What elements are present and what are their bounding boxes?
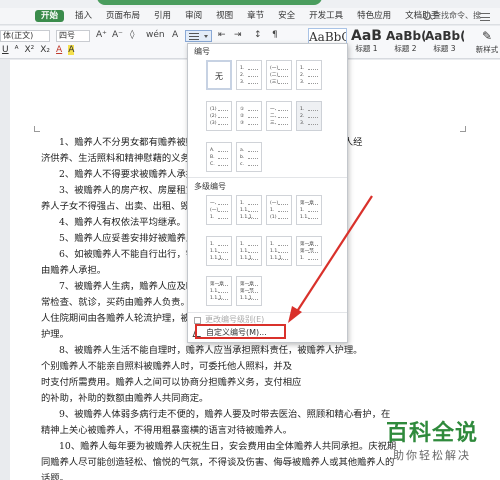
tab-review[interactable]: 审阅 [178, 8, 209, 25]
multilevel-option-chapter-3[interactable]: 第一章 1.1. 1.1.1. [206, 276, 232, 306]
chevron-down-icon [204, 35, 208, 38]
char-border-icon[interactable]: A [172, 30, 178, 40]
style-label: 标题 2 [394, 44, 417, 53]
superscript-button[interactable]: X² [24, 45, 34, 55]
highlight-color-button[interactable]: A [68, 45, 75, 55]
tab-section[interactable]: 章节 [240, 8, 271, 25]
style-preview: AaBb( [386, 29, 425, 43]
style-preview: AaBb( [425, 29, 464, 43]
level-icon [194, 316, 201, 324]
font-size-select[interactable]: 四号 [56, 30, 90, 42]
numbering-option-current[interactable]: 1. 2. 3. [296, 101, 322, 131]
numbering-option-letter-upper[interactable]: A. B. C. [206, 142, 232, 172]
multilevel-option-indent[interactable]: 1. 1.1. 1.1.1. [266, 236, 292, 266]
tab-start[interactable]: 开始 [35, 10, 65, 22]
paragraph: 的补助，补助的数额由赡养人共同商定。 [41, 393, 209, 404]
paragraph: 8、被赡养人生活不能自理时，赡养人应当承担照料责任，被赡养人护理。 [59, 345, 363, 356]
none-label: 无 [215, 72, 223, 81]
underline-button[interactable]: U [2, 45, 9, 55]
numbering-option-numeric[interactable]: 1. 2. 3. [296, 60, 322, 90]
subscript-button[interactable]: X₂ [40, 45, 50, 55]
paragraph: 时支付所需费用。赡养人之间可以协商分担赡养义务，支付相应 [41, 377, 302, 388]
numbering-list-icon [189, 33, 199, 40]
numbering-option-paren-num[interactable]: (1) (2) (3) [206, 101, 232, 131]
tab-developer[interactable]: 开发工具 [302, 8, 350, 25]
style-heading-1[interactable]: AaB 标题 1 [347, 28, 386, 56]
watermark-logo: 百科全说 助你轻松解决 [369, 420, 495, 476]
multilevel-option-paren[interactable]: (一) 1. (1) [266, 195, 292, 225]
multilevel-option-legal-2[interactable]: 1. 1.1. 1.1.1. [236, 236, 262, 266]
tab-security[interactable]: 安全 [271, 8, 302, 25]
indent-decrease-icon[interactable]: ⇤ [218, 30, 226, 40]
new-style-icon: ✎ [481, 29, 493, 43]
tab-view[interactable]: 视图 [209, 8, 240, 25]
style-label: 标题 1 [355, 44, 378, 53]
more-menu-icon[interactable] [480, 13, 490, 21]
watermark-subtitle: 助你轻松解决 [393, 449, 471, 462]
style-preview: AaB [351, 28, 382, 44]
search-label: 查找命令、搜 [433, 11, 481, 20]
multilevel-option-legal[interactable]: 1. 1.1. 1.1.1. [206, 236, 232, 266]
dropdown-divider [188, 177, 347, 178]
font-color-button[interactable]: A [56, 45, 62, 55]
tab-references[interactable]: 引用 [147, 8, 178, 25]
multilevel-option-chapter-4[interactable]: 第一章 第一节 1.1.1. [236, 276, 262, 306]
tab-features[interactable]: 特色应用 [350, 8, 398, 25]
numbering-button[interactable] [185, 30, 212, 42]
dropdown-divider [188, 312, 347, 313]
numbering-option-circled[interactable]: ①②③ [236, 101, 262, 131]
numbering-option-none[interactable]: 无 [206, 60, 232, 90]
style-label: 标题 3 [433, 44, 456, 53]
font-name-select[interactable]: 体(正文) [0, 30, 50, 42]
paragraph: 个别赡养人不能亲自照料被赡养人时，可委托他人照料，并及 [41, 361, 293, 372]
title-pill [97, 0, 322, 5]
numbering-option-letter-lower[interactable]: a. b. c. [236, 142, 262, 172]
numbering-section-title: 编号 [194, 47, 210, 56]
margin-corner-mark [34, 126, 40, 132]
new-style-button[interactable]: ✎ 新样式 [474, 28, 500, 55]
pinyin-icon[interactable]: wén [146, 30, 165, 40]
show-marks-icon[interactable]: ¶ [272, 30, 278, 40]
margin-corner-mark [460, 126, 466, 132]
watermark-title: 百科全说 [385, 421, 478, 446]
grow-font-icon[interactable]: A⁺ [96, 30, 107, 40]
multilevel-option-chapter[interactable]: 第一章 1. 1.1. [296, 195, 322, 225]
numbering-option-1-dot[interactable]: 1. 2. 3. [236, 60, 262, 90]
strikethrough-button[interactable]: ᴬ [15, 45, 19, 55]
numbering-option-paren[interactable]: (一) (二) (三) [266, 60, 292, 90]
numbering-option-chinese[interactable]: 一、 二、 三、 [266, 101, 292, 131]
clear-format-icon[interactable]: ◊ [130, 30, 134, 40]
sort-icon[interactable]: ↕ [254, 30, 262, 40]
style-heading-2[interactable]: AaBb( 标题 2 [386, 28, 425, 56]
tab-page-layout[interactable]: 页面布局 [99, 8, 147, 25]
shrink-font-icon[interactable]: A⁻ [112, 30, 123, 40]
tab-insert[interactable]: 插入 [68, 8, 99, 25]
command-search[interactable]: 查找命令、搜 [423, 10, 481, 21]
style-heading-3[interactable]: AaBb( 标题 3 [425, 28, 464, 56]
menu-bar: 开始 插入 页面布局 引用 审阅 视图 章节 安全 开发工具 特色应用 文档助手… [0, 8, 500, 25]
annotation-highlight-box [195, 324, 286, 339]
numbering-dropdown: 编号 无 1. 2. 3. (一) (二) (三) 1. 2. 3. (1) (2) (3) ①… [187, 43, 348, 343]
multilevel-section-title: 多级编号 [194, 182, 226, 191]
search-icon [423, 11, 431, 20]
ribbon-format-row: U ᴬ X² X₂ A A [2, 45, 75, 55]
indent-increase-icon[interactable]: ⇥ [234, 30, 242, 40]
multilevel-option-chinese[interactable]: 一、 (一) 1. [206, 195, 232, 225]
new-style-label: 新样式 [475, 45, 499, 54]
multilevel-option-chapter-2[interactable]: 第一章 第一节 1. [296, 236, 322, 266]
multilevel-option-numeric[interactable]: 1. 1.1. 1.1.1. [236, 195, 262, 225]
